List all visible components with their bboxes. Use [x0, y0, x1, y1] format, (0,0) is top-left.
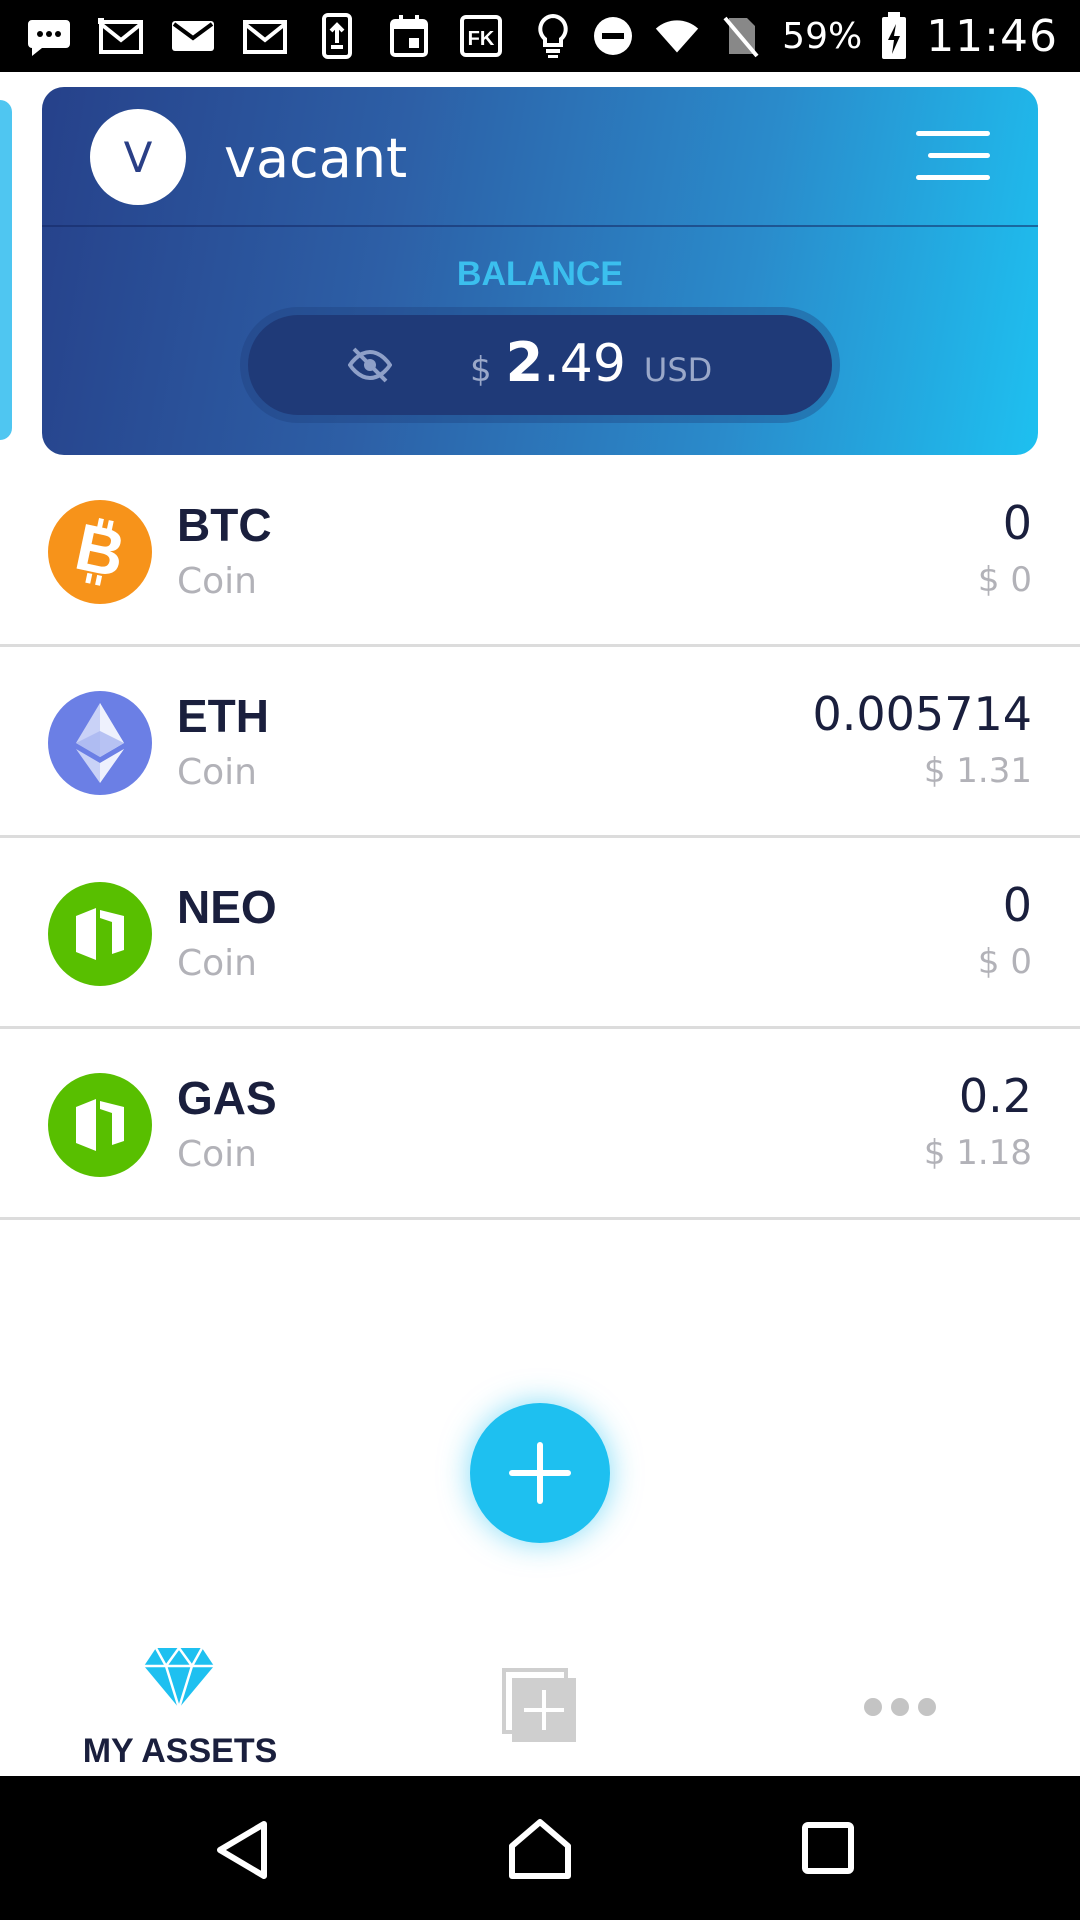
- fk-app-icon: FK: [458, 13, 504, 59]
- gmail-icon: [242, 13, 288, 59]
- avatar[interactable]: V: [90, 109, 186, 205]
- nav-my-assets-label: MY ASSETS: [82, 1732, 278, 1770]
- chat-icon: [26, 13, 72, 59]
- balance-currency-symbol: $: [470, 350, 492, 390]
- asset-symbol: NEO: [177, 881, 277, 933]
- nav-my-assets[interactable]: MY ASSETS: [30, 1630, 330, 1776]
- asset-row-eth[interactable]: ETH Coin 0.005714 $ 1.31: [0, 647, 1080, 838]
- balance-unit: USD: [643, 351, 713, 389]
- no-sim-icon: [718, 13, 764, 59]
- asset-amount: 0.005714: [812, 687, 1033, 741]
- asset-type: Coin: [177, 561, 257, 602]
- balance-fraction: .49: [543, 334, 626, 394]
- system-navigation-bar: [0, 1776, 1080, 1920]
- wallet-card: V vacant BALANCE $2.49 USD: [42, 87, 1038, 455]
- add-asset-button[interactable]: [470, 1403, 610, 1543]
- asset-fiat-value: $ 0: [977, 560, 1032, 600]
- bitcoin-icon: B: [48, 500, 152, 604]
- svg-text:FK: FK: [468, 28, 495, 50]
- menu-icon: [916, 131, 990, 136]
- do-not-disturb-icon: [590, 13, 636, 59]
- menu-button[interactable]: [916, 131, 990, 183]
- more-dots-icon: [862, 1696, 938, 1723]
- diamond-icon: [142, 1645, 216, 1715]
- asset-fiat-value: $ 1.18: [923, 1133, 1032, 1173]
- recents-icon[interactable]: [802, 1822, 854, 1879]
- add-wallet-icon: [502, 1668, 578, 1749]
- wallet-name: vacant: [224, 127, 408, 190]
- battery-charging-icon: [880, 12, 908, 59]
- bottom-navigation: MY ASSETS: [0, 1630, 1080, 1776]
- nav-more[interactable]: [750, 1630, 1050, 1776]
- mail-icon: [170, 13, 216, 59]
- eye-off-icon[interactable]: [347, 345, 393, 385]
- lightbulb-icon: [530, 13, 576, 59]
- calendar-icon: [386, 13, 432, 59]
- card-divider: [42, 225, 1038, 227]
- asset-fiat-value: $ 0: [977, 942, 1032, 982]
- asset-amount: 0: [1002, 496, 1032, 550]
- asset-symbol: GAS: [177, 1072, 277, 1124]
- nav-add-wallet[interactable]: [390, 1630, 690, 1776]
- gas-icon: [48, 1073, 152, 1177]
- asset-type: Coin: [177, 1134, 257, 1175]
- asset-symbol: BTC: [177, 499, 272, 551]
- asset-fiat-value: $ 1.31: [923, 751, 1032, 791]
- asset-symbol: ETH: [177, 690, 269, 742]
- neo-icon: [48, 882, 152, 986]
- previous-wallet-card-peek[interactable]: [0, 100, 12, 440]
- home-icon[interactable]: [508, 1818, 572, 1885]
- balance-whole: 2: [505, 331, 544, 394]
- plus-icon: [509, 1442, 571, 1504]
- ethereum-icon: [48, 691, 152, 795]
- asset-type: Coin: [177, 752, 257, 793]
- back-icon[interactable]: [212, 1820, 272, 1885]
- asset-row-gas[interactable]: GAS Coin 0.2 $ 1.18: [0, 1029, 1080, 1220]
- balance-label: BALANCE: [456, 255, 624, 293]
- gmail-icon: [98, 13, 144, 59]
- asset-list: B BTC Coin 0 $ 0 ETH Coin 0.005714 $ 1.3…: [0, 456, 1080, 1220]
- asset-row-neo[interactable]: NEO Coin 0 $ 0: [0, 838, 1080, 1029]
- clock: 11:46: [926, 10, 1058, 62]
- asset-amount: 0: [1002, 878, 1032, 932]
- battery-percent: 59%: [782, 15, 863, 57]
- asset-row-btc[interactable]: B BTC Coin 0 $ 0: [0, 456, 1080, 647]
- phone-update-icon: [314, 13, 360, 59]
- wifi-icon: [654, 13, 700, 59]
- balance-pill: $2.49 USD: [248, 315, 832, 415]
- status-bar: FK 59% 11:46: [0, 0, 1080, 72]
- balance-amount: $2.49 USD: [470, 331, 712, 394]
- asset-type: Coin: [177, 943, 257, 984]
- asset-amount: 0.2: [958, 1069, 1032, 1123]
